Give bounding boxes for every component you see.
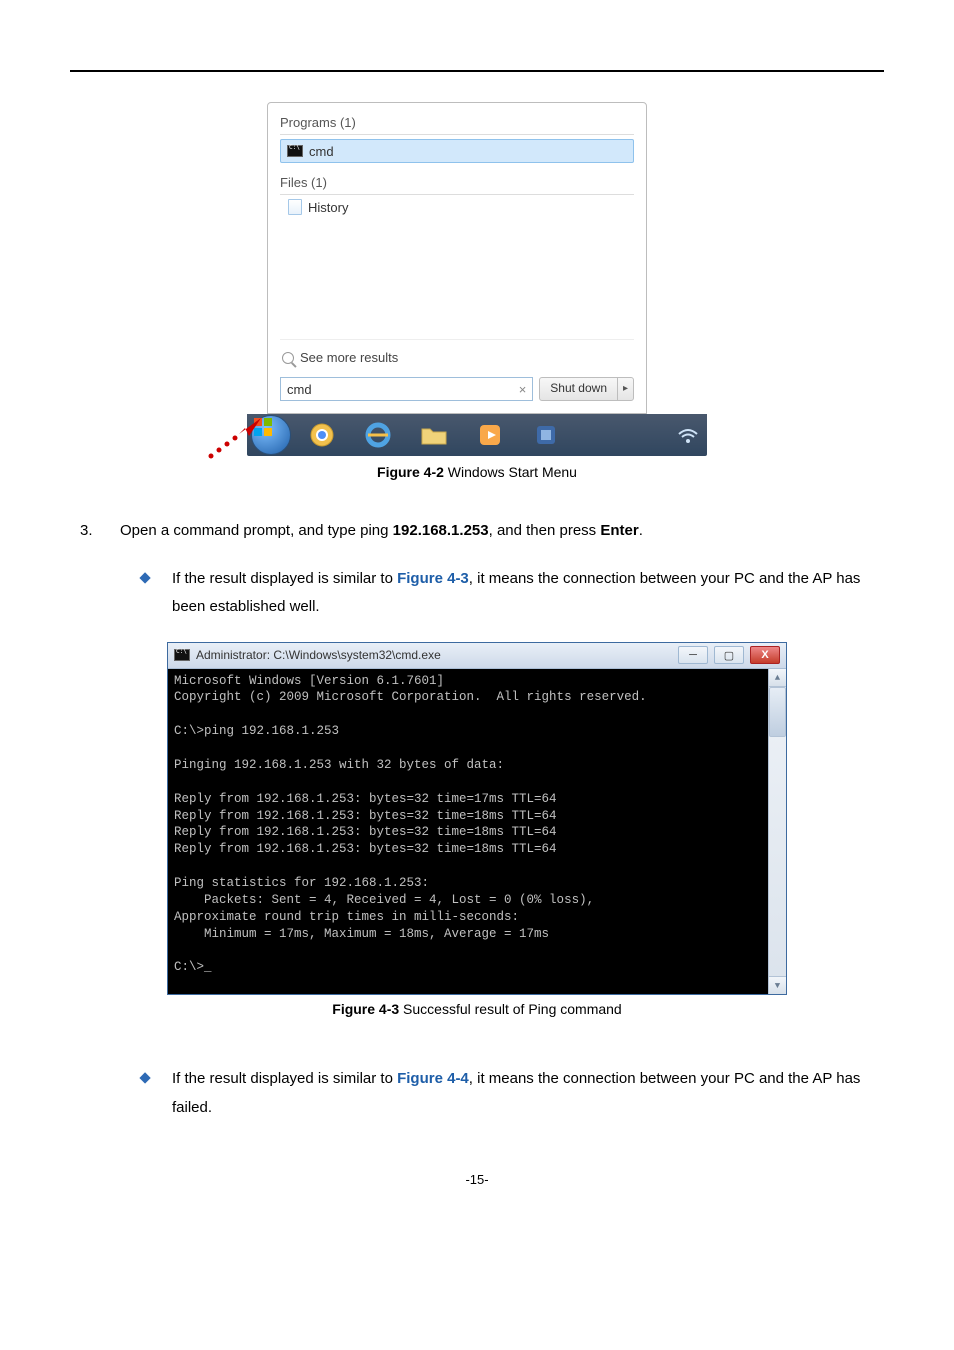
media-player-icon xyxy=(478,423,502,447)
page: Programs (1) cmd Files (1) History See m… xyxy=(0,0,954,1227)
figure-4-3-ref[interactable]: Figure 4-3 xyxy=(397,570,469,587)
taskbar xyxy=(247,414,707,456)
figure-4-3-caption-bold: Figure 4-3 xyxy=(332,1001,399,1017)
cmd-scrollbar[interactable]: ▲ ▼ xyxy=(768,669,786,995)
cmd-title-bar: Administrator: C:\Windows\system32\cmd.e… xyxy=(168,643,786,669)
scroll-up-icon[interactable]: ▲ xyxy=(769,669,786,687)
files-section-label: Files (1) xyxy=(280,175,634,195)
see-more-results[interactable]: See more results xyxy=(280,339,634,371)
figure-4-2-caption-bold: Figure 4-2 xyxy=(377,464,444,480)
figure-4-2: Programs (1) cmd Files (1) History See m… xyxy=(247,102,707,456)
ping-ip: 192.168.1.253 xyxy=(393,522,489,539)
step-text-part1: Open a command prompt, and type ping xyxy=(120,522,393,539)
figure-4-3-window: Administrator: C:\Windows\system32\cmd.e… xyxy=(167,642,787,996)
program-item-cmd[interactable]: cmd xyxy=(280,139,634,163)
see-more-label: See more results xyxy=(300,350,398,365)
step-text-part3: . xyxy=(639,522,643,539)
taskbar-ie[interactable] xyxy=(353,418,403,452)
search-input[interactable]: cmd × xyxy=(280,377,533,401)
windows-logo-icon xyxy=(252,416,276,440)
step-3: 3. Open a command prompt, and type ping … xyxy=(70,520,884,543)
scroll-track[interactable] xyxy=(769,737,786,977)
start-button[interactable] xyxy=(251,415,291,455)
taskbar-media[interactable] xyxy=(465,418,515,452)
diamond-bullet-icon xyxy=(139,1073,150,1084)
taskbar-chrome[interactable] xyxy=(297,418,347,452)
maximize-button[interactable]: ▢ xyxy=(714,646,744,664)
bullet-success: If the result displayed is similar to Fi… xyxy=(146,565,884,622)
taskbar-wifi[interactable] xyxy=(673,418,703,452)
file-item-history[interactable]: History xyxy=(268,195,646,219)
start-menu-bottom-row: cmd × Shut down ▸ xyxy=(280,377,634,401)
enter-key: Enter xyxy=(600,522,638,539)
figure-4-2-caption: Figure 4-2 Windows Start Menu xyxy=(70,464,884,480)
cmd-icon xyxy=(174,649,190,661)
taskbar-app[interactable] xyxy=(521,418,571,452)
figure-4-3-caption-text: Successful result of Ping command xyxy=(399,1001,622,1017)
taskbar-explorer[interactable] xyxy=(409,418,459,452)
close-button[interactable]: X xyxy=(750,646,780,664)
scroll-thumb[interactable] xyxy=(769,687,786,737)
chrome-icon xyxy=(309,422,335,448)
figure-4-3-caption: Figure 4-3 Successful result of Ping com… xyxy=(70,1001,884,1017)
bullet-fail-text: If the result displayed is similar to Fi… xyxy=(172,1065,884,1122)
bullet1-pre: If the result displayed is similar to xyxy=(172,570,397,587)
programs-section-label: Programs (1) xyxy=(280,115,634,135)
program-item-label: cmd xyxy=(309,144,334,159)
start-menu-gap xyxy=(268,219,646,339)
app-icon xyxy=(534,423,558,447)
step-number: 3. xyxy=(80,520,100,543)
bullet-success-text: If the result displayed is similar to Fi… xyxy=(172,565,884,622)
bullet-fail: If the result displayed is similar to Fi… xyxy=(146,1065,884,1122)
page-number: -15- xyxy=(70,1172,884,1187)
minimize-button[interactable]: ─ xyxy=(678,646,708,664)
start-menu: Programs (1) cmd Files (1) History See m… xyxy=(267,102,647,414)
shutdown-arrow-icon[interactable]: ▸ xyxy=(617,378,633,400)
file-icon xyxy=(288,199,302,215)
figure-4-2-caption-text: Windows Start Menu xyxy=(444,464,577,480)
ie-icon xyxy=(364,421,392,449)
cmd-icon xyxy=(287,145,303,157)
figure-4-4-ref[interactable]: Figure 4-4 xyxy=(397,1070,469,1087)
cmd-output: Microsoft Windows [Version 6.1.7601] Cop… xyxy=(168,669,768,995)
search-value: cmd xyxy=(287,382,519,397)
step-text: Open a command prompt, and type ping 192… xyxy=(120,520,643,543)
scroll-down-icon[interactable]: ▼ xyxy=(769,976,786,994)
step-text-part2: , and then press xyxy=(489,522,601,539)
search-icon xyxy=(282,352,294,364)
cmd-body-wrap: Microsoft Windows [Version 6.1.7601] Cop… xyxy=(168,669,786,995)
clear-search-icon[interactable]: × xyxy=(519,382,527,397)
file-item-label: History xyxy=(308,200,348,215)
bullet2-pre: If the result displayed is similar to xyxy=(172,1070,397,1087)
header-rule xyxy=(70,70,884,72)
shutdown-button[interactable]: Shut down ▸ xyxy=(539,377,634,401)
diamond-bullet-icon xyxy=(139,572,150,583)
shutdown-label: Shut down xyxy=(540,378,617,400)
wifi-icon xyxy=(677,424,699,446)
folder-icon xyxy=(420,423,448,447)
cmd-title-text: Administrator: C:\Windows\system32\cmd.e… xyxy=(196,648,672,662)
